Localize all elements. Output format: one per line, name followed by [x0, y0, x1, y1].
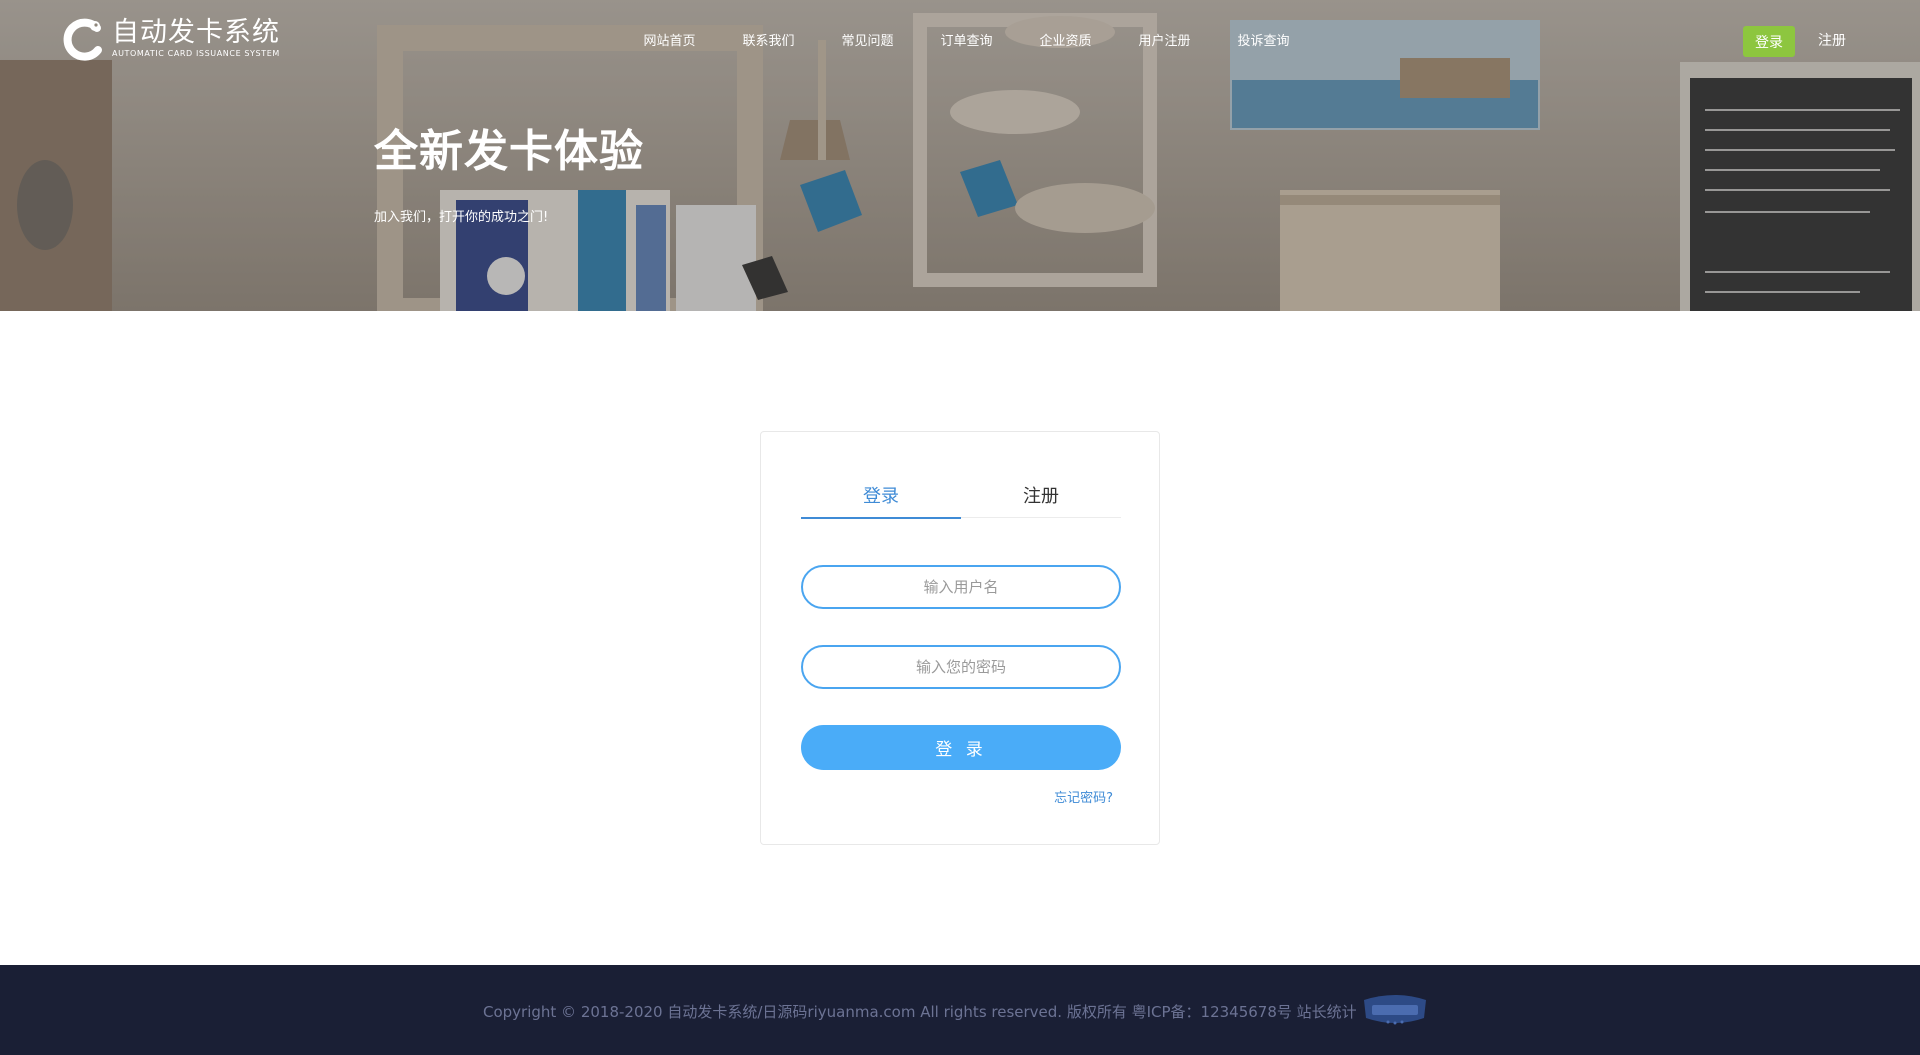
logo-title: 自动发卡系统 [112, 17, 280, 48]
main-nav: 网站首页 联系我们 常见问题 订单查询 企业资质 用户注册 投诉查询 [620, 30, 1313, 49]
hero-title: 全新发卡体验 [374, 126, 644, 177]
login-submit-button[interactable]: 登 录 [801, 725, 1121, 770]
username-input[interactable] [801, 565, 1121, 609]
auth-tabs: 登录 注册 [801, 484, 1121, 519]
nav-qualification[interactable]: 企业资质 [1016, 30, 1115, 49]
tab-register[interactable]: 注册 [961, 484, 1121, 517]
site-logo[interactable]: 自动发卡系统 AUTOMATIC CARD ISSUANCE SYSTEM [60, 16, 280, 62]
password-input[interactable] [801, 645, 1121, 689]
tab-login[interactable]: 登录 [801, 484, 961, 519]
forgot-password-link[interactable]: 忘记密码? [1054, 787, 1113, 806]
nav-complaint-query[interactable]: 投诉查询 [1214, 30, 1313, 49]
hero-banner: 自动发卡系统 AUTOMATIC CARD ISSUANCE SYSTEM 网站… [0, 0, 1920, 311]
footer: Copyright © 2018-2020 自动发卡系统/日源码riyuanma… [0, 965, 1920, 1055]
footer-copyright: Copyright © 2018-2020 自动发卡系统/日源码riyuanma… [483, 1003, 1357, 1021]
login-card: 登录 注册 登 录 忘记密码? [760, 431, 1160, 845]
verified-seal-icon[interactable] [1358, 992, 1432, 1028]
logo-text: 自动发卡系统 AUTOMATIC CARD ISSUANCE SYSTEM [112, 18, 280, 60]
nav-register[interactable]: 用户注册 [1115, 30, 1214, 49]
header-register-link[interactable]: 注册 [1818, 30, 1846, 50]
nav-contact[interactable]: 联系我们 [719, 30, 818, 49]
logo-subtitle: AUTOMATIC CARD ISSUANCE SYSTEM [112, 49, 280, 58]
nav-home[interactable]: 网站首页 [620, 30, 719, 49]
logo-icon [63, 18, 102, 61]
header-login-button[interactable]: 登录 [1743, 26, 1795, 57]
hero-subtitle: 加入我们，打开你的成功之门! [374, 210, 549, 225]
nav-order-query[interactable]: 订单查询 [917, 30, 1016, 49]
nav-faq[interactable]: 常见问题 [818, 30, 917, 49]
